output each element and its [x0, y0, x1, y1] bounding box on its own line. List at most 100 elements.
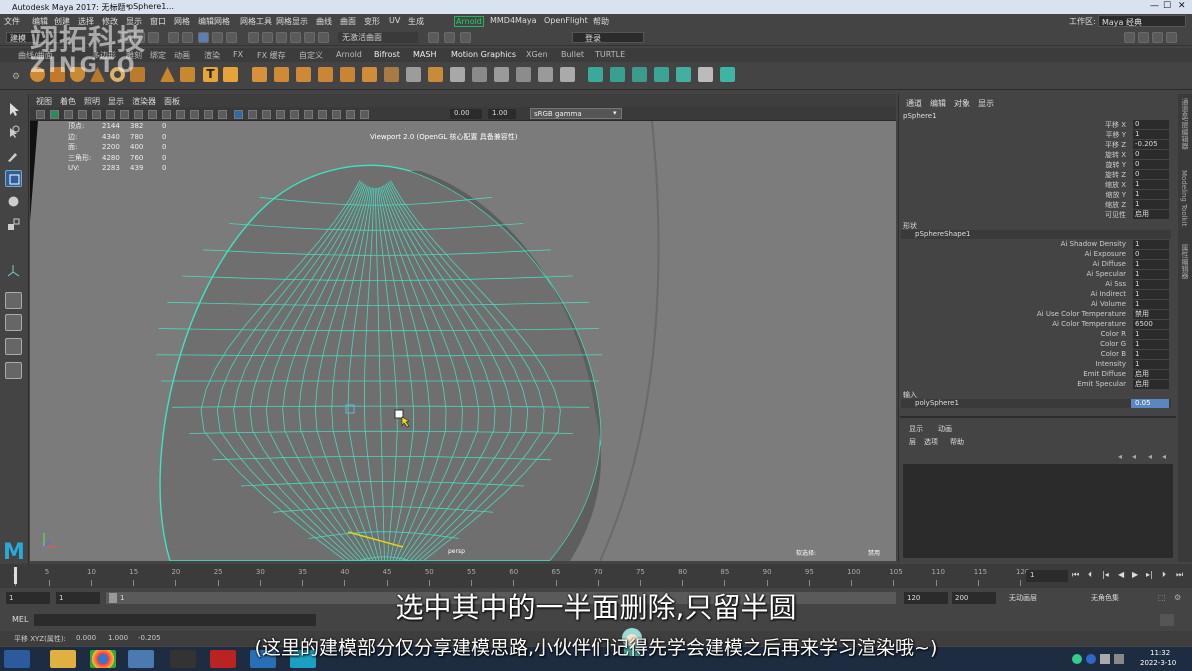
two-view-icon[interactable] [5, 338, 22, 355]
poly-svg-icon[interactable] [223, 67, 238, 82]
use-lights-icon[interactable] [204, 110, 213, 119]
menu-openflight[interactable]: OpenFlight [544, 16, 588, 25]
extrude-icon[interactable] [428, 67, 443, 82]
cb-attr-value[interactable]: 0 [1133, 250, 1169, 259]
step-back-key-icon[interactable]: ⏴ [1088, 570, 1092, 580]
cb-attr-value[interactable]: 1 [1133, 260, 1169, 269]
minimize-icon[interactable]: — [1150, 1, 1159, 11]
side-tab-modeling-toolkit[interactable]: Modeling Toolkit [1180, 170, 1188, 226]
menu-mesh-tools[interactable]: 网格工具 [240, 16, 272, 27]
cb-attr-value[interactable]: -0.205 [1133, 140, 1169, 149]
snap-grid-icon[interactable] [248, 32, 259, 43]
separate-icon[interactable] [274, 67, 289, 82]
append-icon[interactable] [472, 67, 487, 82]
cb-attr-value[interactable]: 1 [1133, 350, 1169, 359]
layer-new-icon[interactable]: ◂ [1148, 452, 1152, 461]
uv-editor-icon[interactable] [720, 67, 735, 82]
xray-icon[interactable] [248, 110, 257, 119]
cb-attr-value[interactable]: 0 [1133, 150, 1169, 159]
bridge-icon[interactable] [384, 67, 399, 82]
layer-list[interactable] [903, 464, 1173, 558]
vp-menu-lighting[interactable]: 照明 [84, 96, 100, 107]
textured-icon[interactable] [190, 110, 199, 119]
select-tool-icon[interactable] [5, 101, 22, 118]
vp-menu-shading[interactable]: 着色 [60, 96, 76, 107]
shelf-tab-turtle[interactable]: TURTLE [595, 50, 625, 59]
shelf-tab-bullet[interactable]: Bullet [561, 50, 584, 59]
mirror-icon[interactable] [340, 67, 355, 82]
cb-attr-value[interactable]: 1 [1133, 240, 1169, 249]
cb-attr-value[interactable]: 启用 [1133, 210, 1169, 219]
toggle-attr-icon[interactable] [1138, 32, 1149, 43]
menu-mmd4maya[interactable]: MMD4Maya [490, 16, 537, 25]
cb-attr-value[interactable]: 1 [1133, 280, 1169, 289]
snap-curve-icon[interactable] [262, 32, 273, 43]
layer-tab-display[interactable]: 显示 [909, 424, 923, 434]
smooth-shade-icon[interactable] [148, 110, 157, 119]
exposure-field[interactable]: 0.00 [450, 109, 482, 119]
menu-surfaces[interactable]: 曲面 [340, 16, 356, 27]
xray-joints-icon[interactable] [262, 110, 271, 119]
close-icon[interactable]: ✕ [1178, 1, 1186, 11]
viewport-persp[interactable]: 顶点: 2144 382 0 边: 4340 780 0 面: 2200 400 0 三角形: 4280 7… [30, 121, 896, 561]
shelf-tab-rigging[interactable]: 绑定 [150, 50, 166, 61]
image-plane-icon[interactable] [78, 110, 87, 119]
rotate-tool-icon[interactable] [5, 193, 22, 210]
axis-tool-icon[interactable] [5, 262, 22, 279]
step-forward-frame-icon[interactable]: ▸| [1146, 570, 1153, 579]
cb-menu-edit[interactable]: 编辑 [930, 98, 946, 109]
shelf-tab-arnold[interactable]: Arnold [336, 50, 362, 59]
play-back-icon[interactable]: ◀ [1118, 570, 1124, 579]
cb-attr-value[interactable]: 1 [1133, 290, 1169, 299]
anti-alias-icon[interactable] [318, 110, 327, 119]
menu-edit-mesh[interactable]: 编辑网格 [198, 16, 230, 27]
collapse-icon[interactable] [538, 67, 553, 82]
delete-edge-icon[interactable] [560, 67, 575, 82]
combine-icon[interactable] [252, 67, 267, 82]
menu-arnold[interactable]: Arnold [454, 16, 484, 27]
poly-pipe-icon[interactable] [180, 67, 195, 82]
menu-curves[interactable]: 曲线 [316, 16, 332, 27]
uv-cylindrical-icon[interactable] [632, 67, 647, 82]
play-forward-icon[interactable]: ▶ [1132, 570, 1138, 579]
maximize-icon[interactable]: ☐ [1163, 1, 1171, 11]
panel-divider[interactable] [900, 416, 1176, 418]
shelf-tab-rendering[interactable]: 渲染 [204, 50, 220, 61]
snap-point-icon[interactable] [276, 32, 287, 43]
snap-view-icon[interactable] [290, 32, 301, 43]
backface-icon[interactable] [276, 110, 285, 119]
current-frame-field[interactable]: 1 [1026, 570, 1068, 582]
cb-attr-value[interactable]: 6500 [1133, 320, 1169, 329]
menu-mesh-display[interactable]: 网格显示 [276, 16, 308, 27]
menu-window[interactable]: 窗口 [150, 16, 166, 27]
cb-input-value[interactable]: 0.05 [1131, 399, 1169, 408]
isolate-select-icon[interactable] [234, 110, 243, 119]
ao-icon[interactable] [290, 110, 299, 119]
shelf-tab-xgen[interactable]: XGen [526, 50, 548, 59]
cb-attr-value[interactable]: 0 [1133, 170, 1169, 179]
layer-menu-help[interactable]: 帮助 [950, 437, 964, 447]
uv-layout-icon[interactable] [698, 67, 713, 82]
side-tab-attribute-editor[interactable]: 属性编辑器 [1180, 244, 1190, 279]
cb-menu-object[interactable]: 对象 [954, 98, 970, 109]
uv-auto-icon[interactable] [610, 67, 625, 82]
select-by-object-icon[interactable] [212, 32, 223, 43]
cb-input-header[interactable]: polySphere1 0.05 [901, 399, 1171, 408]
cb-attr-value[interactable]: 1 [1133, 200, 1169, 209]
toggle-panel-icon[interactable] [1124, 32, 1135, 43]
extract-icon[interactable] [362, 67, 377, 82]
exposure-icon[interactable] [360, 110, 369, 119]
resolution-gate-icon[interactable] [120, 110, 129, 119]
current-time-marker[interactable] [14, 567, 17, 584]
menu-deform[interactable]: 变形 [364, 16, 380, 27]
cb-attr-value[interactable]: 1 [1133, 190, 1169, 199]
scale-tool-icon[interactable] [5, 216, 22, 233]
single-view-icon[interactable] [5, 292, 22, 309]
cb-attr-value[interactable]: 启用 [1133, 380, 1169, 389]
side-tab-channel-box[interactable]: 通道盒/层编辑器 [1180, 98, 1190, 149]
render-settings-icon[interactable] [460, 32, 471, 43]
select-by-hierarchy-icon[interactable] [198, 32, 209, 43]
shelf-tab-custom[interactable]: 自定义 [299, 50, 323, 61]
egg-mesh[interactable] [156, 164, 603, 561]
undo-icon[interactable] [168, 32, 179, 43]
